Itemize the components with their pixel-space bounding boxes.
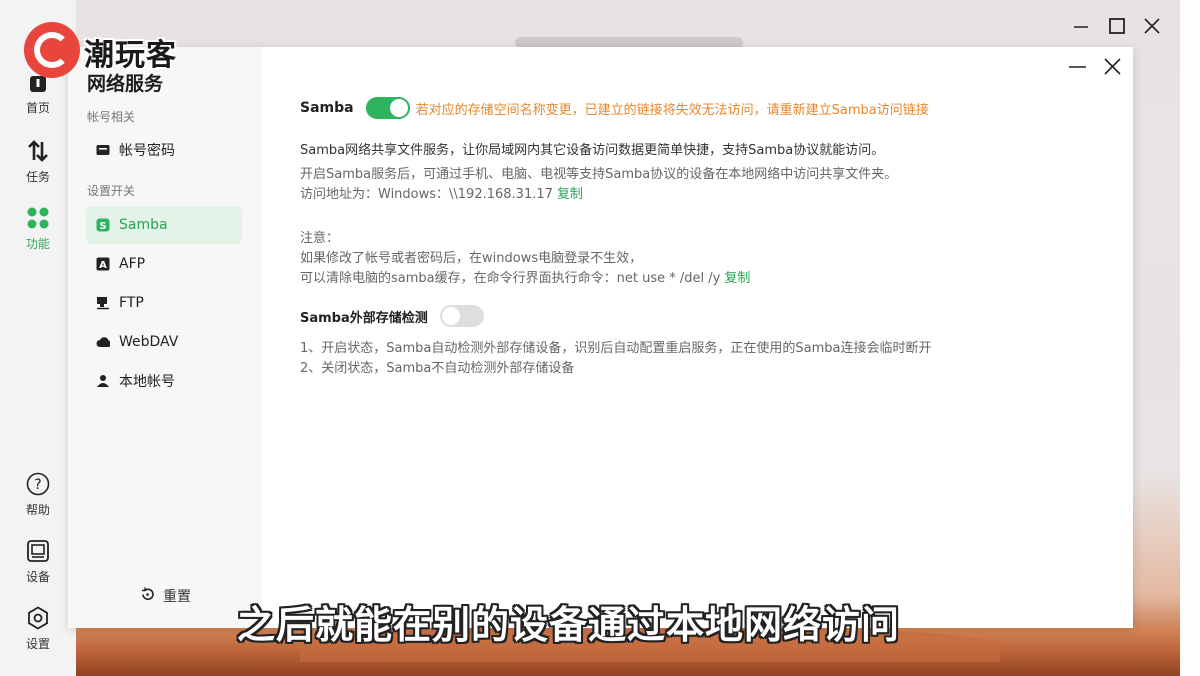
apps-icon [27, 207, 49, 229]
video-subtitle: 之后就能在别的设备通过本地网络访问 [237, 603, 901, 647]
app-rail: 首页 任务 功能 ? 帮助 设备 设置 [0, 0, 76, 676]
sidebar-item-label: Samba [119, 217, 168, 233]
afp-icon: A [96, 257, 110, 271]
samba-usage-hint: 开启Samba服务后，可通过手机、电脑、电视等支持Samba协议的设备在本地网络… [300, 167, 898, 182]
sidebar-item-local-account[interactable]: 本地帐号 [86, 362, 242, 400]
sidebar-item-account-password[interactable]: 帐号密码 [86, 131, 242, 169]
brand-logo-icon [24, 22, 80, 78]
copy-address-link[interactable]: 复制 [557, 187, 583, 202]
cloud-icon [96, 335, 110, 349]
rail-label-tasks: 任务 [25, 170, 50, 184]
rail-item-home[interactable]: 首页 [0, 72, 76, 116]
rail-item-help[interactable]: ? 帮助 [0, 472, 76, 518]
sidebar-item-label: FTP [119, 295, 144, 311]
copy-command-link[interactable]: 复制 [724, 271, 750, 286]
transfer-icon [28, 140, 48, 162]
reset-button[interactable]: 重置 [140, 586, 191, 606]
external-desc-1: 1、开启状态，Samba自动检测外部存储设备，识别后自动配置重启服务，正在使用的… [300, 341, 932, 356]
access-address: 访问地址为：Windows：\\192.168.31.17 [300, 187, 553, 202]
rail-label-device: 设备 [25, 570, 50, 584]
network-services-window: 网络服务 帐号相关 帐号密码 设置开关 S Samba A AFP FTP We… [68, 47, 1133, 628]
svg-text:S: S [99, 221, 106, 232]
sidebar-item-webdav[interactable]: WebDAV [86, 323, 242, 361]
note-title: 注意： [300, 231, 340, 246]
samba-icon: S [96, 218, 110, 232]
samba-toggle-row: Samba 若对应的存储空间名称变更，已建立的链接将失效无法访问，请重新建立Sa… [300, 97, 929, 119]
window-close-icon[interactable] [1103, 57, 1123, 82]
sidebar-item-label: AFP [119, 256, 146, 272]
card-icon [96, 143, 110, 157]
screen-edge [1180, 0, 1200, 676]
external-desc-2: 2、关闭状态，Samba不自动检测外部存储设备 [300, 361, 575, 376]
settings-sidebar: 网络服务 帐号相关 帐号密码 设置开关 S Samba A AFP FTP We… [68, 47, 261, 628]
samba-description: Samba网络共享文件服务，让你局域网内其它设备访问数据更简单快捷，支持Samb… [300, 143, 885, 158]
samba-warning: 若对应的存储空间名称变更，已建立的链接将失效无法访问，请重新建立Samba访问链… [415, 102, 929, 118]
sidebar-item-afp[interactable]: A AFP [86, 245, 242, 283]
reset-icon [140, 587, 155, 606]
window-minimize-icon[interactable] [1068, 57, 1088, 82]
sidebar-item-ftp[interactable]: FTP [86, 284, 242, 322]
rail-label-help: 帮助 [25, 503, 50, 517]
rail-item-tasks[interactable]: 任务 [0, 139, 76, 185]
external-storage-toggle[interactable] [439, 305, 484, 327]
rail-label-home: 首页 [25, 101, 50, 115]
external-storage-row: Samba外部存储检测 [300, 305, 484, 327]
sidebar-item-samba[interactable]: S Samba [86, 206, 242, 244]
access-address-line: 访问地址为：Windows：\\192.168.31.17 复制 [300, 183, 583, 202]
rail-item-apps[interactable]: 功能 [0, 206, 76, 252]
settings-icon [28, 606, 48, 630]
outer-close-icon[interactable] [1143, 17, 1161, 40]
user-icon [96, 374, 110, 388]
rail-item-settings[interactable]: 设置 [0, 606, 76, 652]
ftp-icon [96, 296, 110, 310]
samba-label: Samba [300, 100, 354, 116]
svg-text:?: ? [34, 477, 41, 493]
outer-maximize-icon[interactable] [1108, 17, 1126, 40]
note-command: 可以清除电脑的samba缓存，在命令行界面执行命令：net use * /del… [300, 271, 721, 286]
brand-name: 潮玩客 [84, 38, 177, 73]
device-icon [27, 540, 49, 562]
help-icon: ? [26, 472, 50, 496]
sidebar-item-label: 帐号密码 [119, 143, 175, 159]
external-storage-label: Samba外部存储检测 [300, 310, 428, 326]
outer-minimize-icon[interactable] [1072, 17, 1090, 40]
sidebar-item-label: 本地帐号 [119, 374, 175, 390]
rail-label-settings: 设置 [25, 637, 50, 651]
note-line-2: 可以清除电脑的samba缓存，在命令行界面执行命令：net use * /del… [300, 267, 750, 286]
samba-toggle[interactable] [365, 97, 410, 119]
rail-label-apps: 功能 [25, 237, 50, 251]
section-switches: 设置开关 [87, 184, 136, 198]
svg-text:A: A [99, 260, 107, 271]
section-account: 帐号相关 [87, 110, 136, 124]
rail-item-device[interactable]: 设备 [0, 539, 76, 585]
note-line-1: 如果修改了帐号或者密码后，在windows电脑登录不生效， [300, 251, 643, 266]
reset-label: 重置 [163, 589, 191, 605]
sidebar-item-label: WebDAV [119, 334, 179, 350]
